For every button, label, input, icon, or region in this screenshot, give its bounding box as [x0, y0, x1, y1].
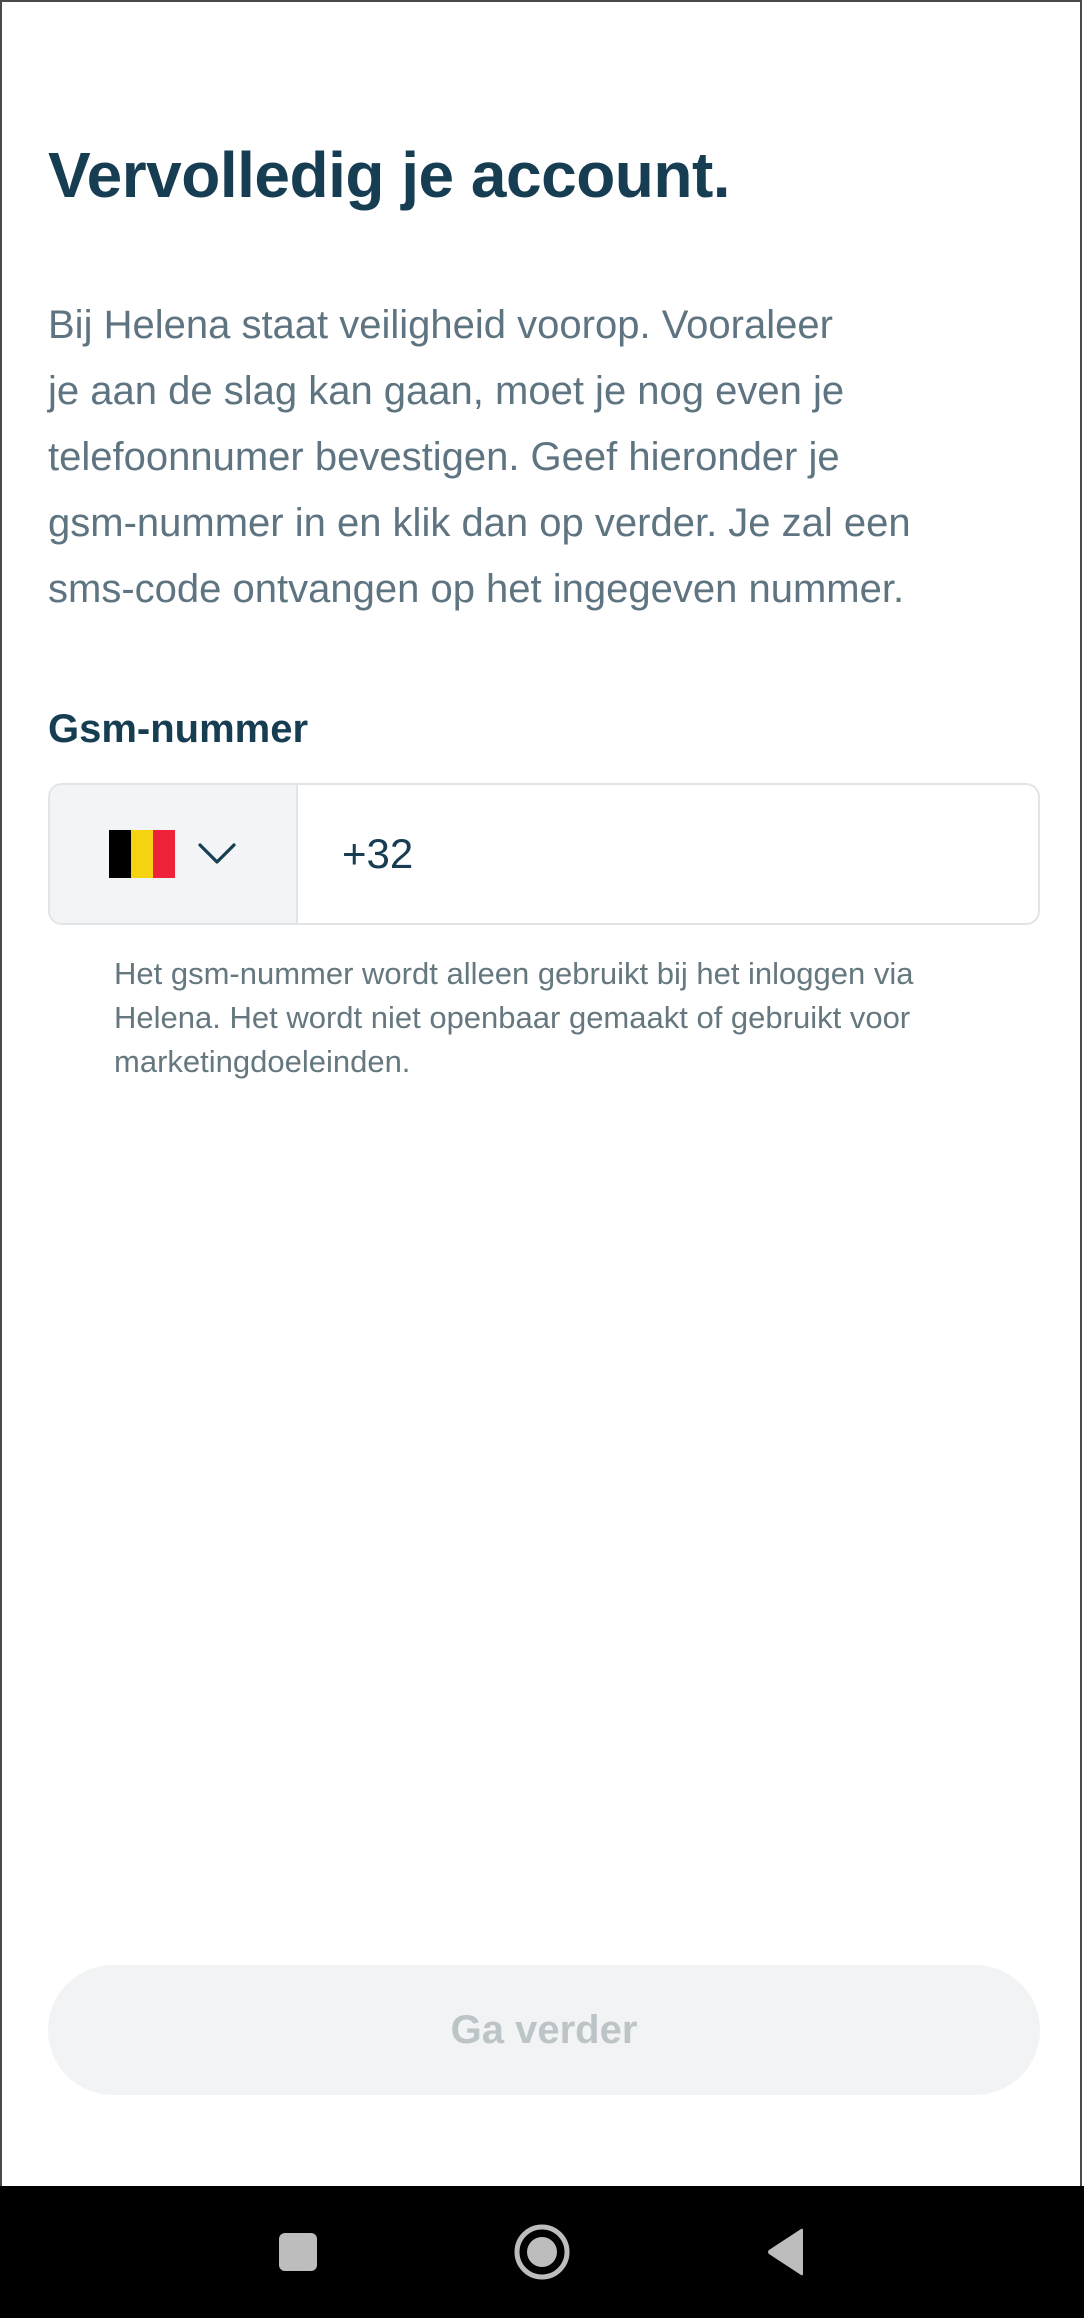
circle-home-icon [514, 2224, 570, 2280]
page-title: Vervolledig je account. [48, 139, 731, 211]
app-screen: Vervolledig je account. Bij Helena staat… [0, 0, 1082, 2186]
intro-line: gsm-nummer in en klik dan op verder. Je … [48, 501, 911, 545]
phone-field-label: Gsm-nummer [48, 707, 309, 751]
system-nav-bar [0, 2186, 1084, 2318]
continue-button[interactable]: Ga verder [48, 1965, 1040, 2095]
helper-line: Helena. Het wordt niet openbaar gemaakt … [114, 1000, 911, 1035]
phone-helper-text: Het gsm-nummer wordt alleen gebruikt bij… [114, 952, 1014, 1084]
country-code-dropdown[interactable] [50, 785, 298, 923]
helper-line: marketingdoeleinden. [114, 1044, 411, 1079]
intro-line: sms-code ontvangen op het ingegeven numm… [48, 567, 905, 611]
triangle-back-icon [768, 2228, 803, 2276]
back-button[interactable] [726, 2186, 846, 2318]
phone-number-input[interactable] [298, 785, 1038, 923]
intro-line: telefoonnumer bevestigen. Geef hieronder… [48, 435, 840, 479]
phone-input-group [48, 783, 1040, 925]
intro-line: je aan de slag kan gaan, moet je nog eve… [48, 369, 845, 413]
recent-apps-button[interactable] [238, 2186, 358, 2318]
intro-line: Bij Helena staat veiligheid voorop. Voor… [48, 303, 833, 347]
square-icon [279, 2233, 317, 2271]
intro-text: Bij Helena staat veiligheid voorop. Voor… [48, 292, 1048, 622]
belgium-flag-icon [109, 830, 175, 878]
home-button[interactable] [482, 2186, 602, 2318]
chevron-down-icon [198, 843, 236, 864]
helper-line: Het gsm-nummer wordt alleen gebruikt bij… [114, 956, 914, 991]
